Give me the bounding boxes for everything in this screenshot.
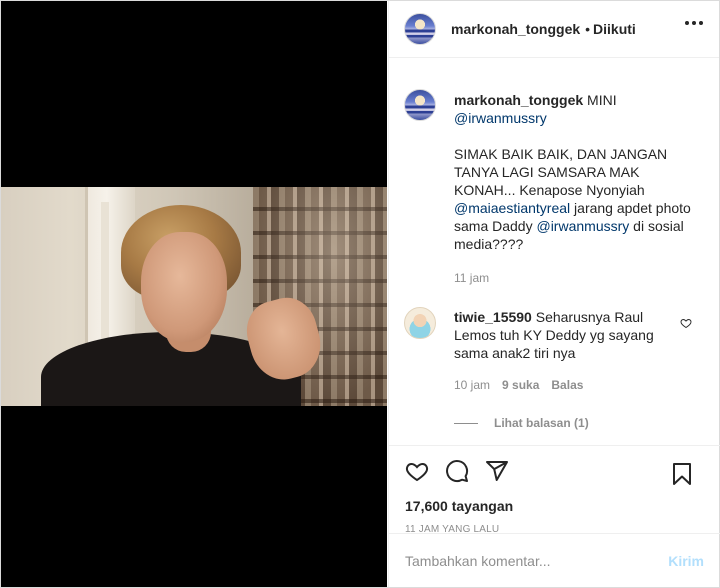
follow-status-button[interactable]: Diikuti [593, 21, 636, 37]
post-header: markonah_tonggek • Diikuti [389, 1, 719, 58]
caption-body: markonah_tonggek MINI @irwanmussry SIMAK… [454, 75, 704, 287]
post-comment-button[interactable]: Kirim [668, 553, 704, 569]
caption-timestamp: 11 jam [454, 271, 490, 285]
caption-lead: MINI [587, 92, 617, 108]
caption-mention[interactable]: @irwanmussry [536, 218, 629, 234]
comment-button[interactable] [445, 451, 485, 491]
bookmark-icon [673, 463, 691, 485]
more-options-icon[interactable] [685, 21, 703, 25]
caption-mention[interactable]: @maiaestiantyreal [454, 200, 570, 216]
like-button[interactable] [405, 451, 445, 491]
comment-body: tiwie_15590 Seharusnya Raul Lemos tuh KY… [454, 305, 680, 394]
post-caption: markonah_tonggek MINI @irwanmussry SIMAK… [404, 75, 704, 287]
caption-paragraph: SIMAK BAIK BAIK, DAN JANGAN TANYA LAGI S… [454, 145, 704, 253]
comment-icon [446, 460, 469, 483]
share-icon [486, 461, 508, 481]
video-frame[interactable] [1, 187, 387, 406]
caption-text: SIMAK BAIK BAIK, DAN JANGAN TANYA LAGI S… [454, 146, 668, 198]
caption-username[interactable]: markonah_tonggek [454, 92, 583, 108]
caption-mention[interactable]: @irwanmussry [454, 110, 547, 126]
comment-meta: 10 jam 9 suka Balas [454, 376, 680, 394]
comments-section[interactable]: markonah_tonggek MINI @irwanmussry SIMAK… [389, 59, 720, 444]
video-person-face [141, 232, 227, 342]
small-heart-icon[interactable] [680, 317, 692, 329]
view-replies-button[interactable]: Lihat balasan (1) [454, 416, 704, 430]
video-player[interactable] [1, 1, 387, 587]
comment-item: tiwie_15590 Seharusnya Raul Lemos tuh KY… [404, 305, 704, 394]
view-count[interactable]: 17,600 tayangan [405, 498, 704, 514]
caption-author-avatar[interactable] [404, 89, 436, 121]
comment-time[interactable]: 10 jam [454, 376, 490, 394]
author-avatar[interactable] [404, 13, 436, 45]
commenter-avatar[interactable] [404, 307, 436, 339]
post-sidebar: markonah_tonggek • Diikuti markonah_tong… [388, 1, 720, 587]
header-separator: • [585, 21, 591, 37]
commenter-username[interactable]: tiwie_15590 [454, 309, 532, 325]
post-actions: 17,600 tayangan 11 JAM YANG LALU [389, 445, 720, 535]
comment-input[interactable] [405, 552, 669, 569]
add-comment-bar: Kirim [389, 533, 720, 587]
author-username[interactable]: markonah_tonggek [451, 21, 580, 37]
save-button[interactable] [670, 454, 710, 494]
replies-divider [454, 422, 478, 424]
action-icons [405, 446, 704, 496]
heart-icon [405, 462, 429, 482]
comment-likes[interactable]: 9 suka [502, 376, 539, 394]
comment-reply-button[interactable]: Balas [551, 376, 583, 394]
view-replies-label: Lihat balasan (1) [494, 416, 589, 430]
share-button[interactable] [485, 451, 525, 491]
